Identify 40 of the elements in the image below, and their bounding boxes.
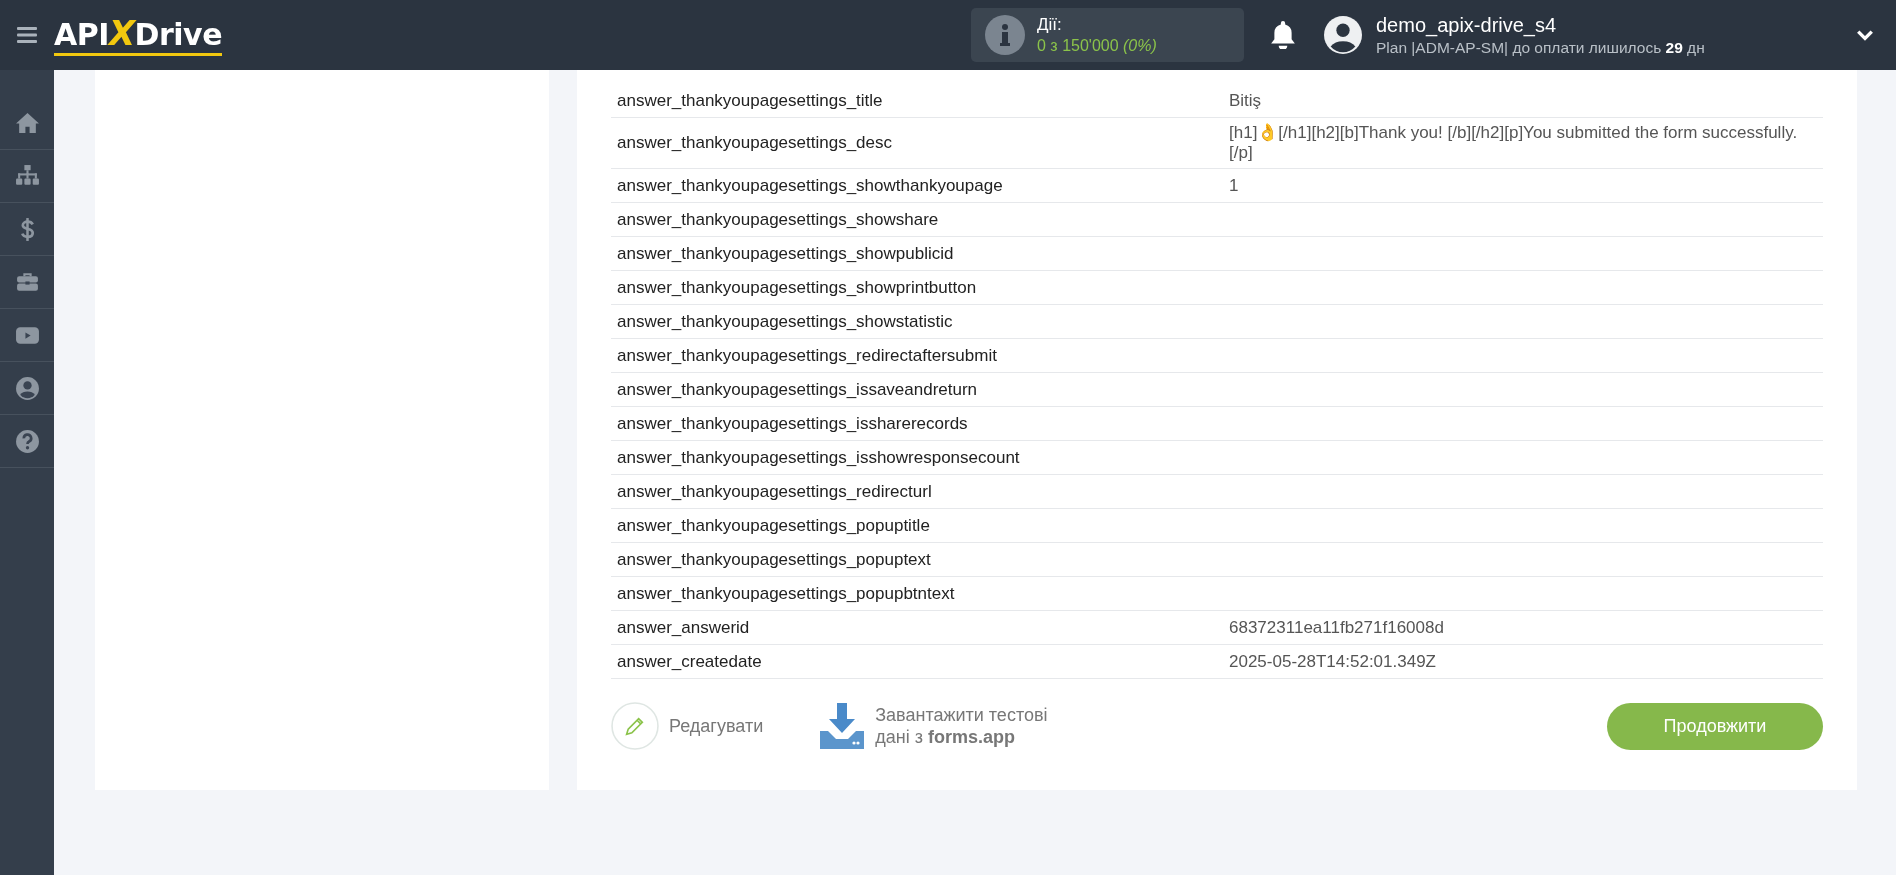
actions-count: 0 з 150'000 <box>1037 37 1119 54</box>
edit-button[interactable]: Редагувати <box>611 702 764 750</box>
field-name: answer_thankyoupagesettings_issaveandreturn <box>617 379 978 399</box>
field-value: [h1]👌[/h1][h2][b]Thank you! [/b][/h2][p]You submitted the form successfully.[/p] <box>1229 123 1798 162</box>
bell-icon[interactable] <box>1270 21 1296 49</box>
field-name: answer_thankyoupagesettings_showstatistic <box>617 311 953 331</box>
field-name: answer_createdate <box>617 651 762 671</box>
download-icon <box>819 703 866 749</box>
field-name: answer_thankyoupagesettings_popuptitle <box>617 515 930 535</box>
field-name: answer_thankyoupagesettings_popuptext <box>617 549 931 569</box>
download-test-data-button[interactable]: Завантажити тестові дані з forms.app <box>819 703 1070 749</box>
help-icon[interactable] <box>14 428 40 454</box>
user-icon[interactable] <box>14 375 40 401</box>
avatar-icon[interactable] <box>1324 16 1362 54</box>
field-name: answer_thankyoupagesettings_showpublicid <box>617 243 954 263</box>
pencil-icon <box>611 702 659 750</box>
field-value: 68372311ea11fb271f16008d <box>1229 617 1444 637</box>
info-icon <box>985 15 1025 55</box>
field-name: answer_thankyoupagesettings_isshowresponsecount <box>617 447 1020 467</box>
field-name: answer_answerid <box>617 617 750 637</box>
menu-icon[interactable] <box>17 27 37 43</box>
field-name: answer_thankyoupagesettings_title <box>617 90 883 110</box>
field-name: answer_thankyoupagesettings_desc <box>617 133 893 152</box>
home-icon[interactable] <box>14 110 40 136</box>
logo[interactable]: APIXDrive <box>54 14 222 56</box>
chevron-down-icon[interactable] <box>1856 29 1874 41</box>
field-value: 1 <box>1229 175 1239 195</box>
plan-info: Plan |ADM-AP-SM| до оплати лишилось 29 дн <box>1376 38 1705 57</box>
actions-percent: (0%) <box>1123 37 1157 54</box>
field-value: Bitiş <box>1229 90 1262 110</box>
field-value: 2025-05-28T14:52:01.349Z <box>1229 651 1436 671</box>
field-name: answer_thankyoupagesettings_showshare <box>617 209 939 229</box>
field-name: answer_thankyoupagesettings_redirectaftersubmit <box>617 345 997 365</box>
user-name: demo_apix-drive_s4 <box>1376 13 1558 37</box>
field-name: answer_thankyoupagesettings_showthankyoupage <box>617 175 1003 195</box>
field-name: answer_thankyoupagesettings_issharerecords <box>617 413 968 433</box>
actions-label: Дії: <box>1037 15 1063 35</box>
field-name: answer_thankyoupagesettings_showprintbutton <box>617 277 977 297</box>
field-name: answer_thankyoupagesettings_popupbtntext <box>617 583 955 603</box>
field-name: answer_thankyoupagesettings_redirecturl <box>617 481 932 501</box>
